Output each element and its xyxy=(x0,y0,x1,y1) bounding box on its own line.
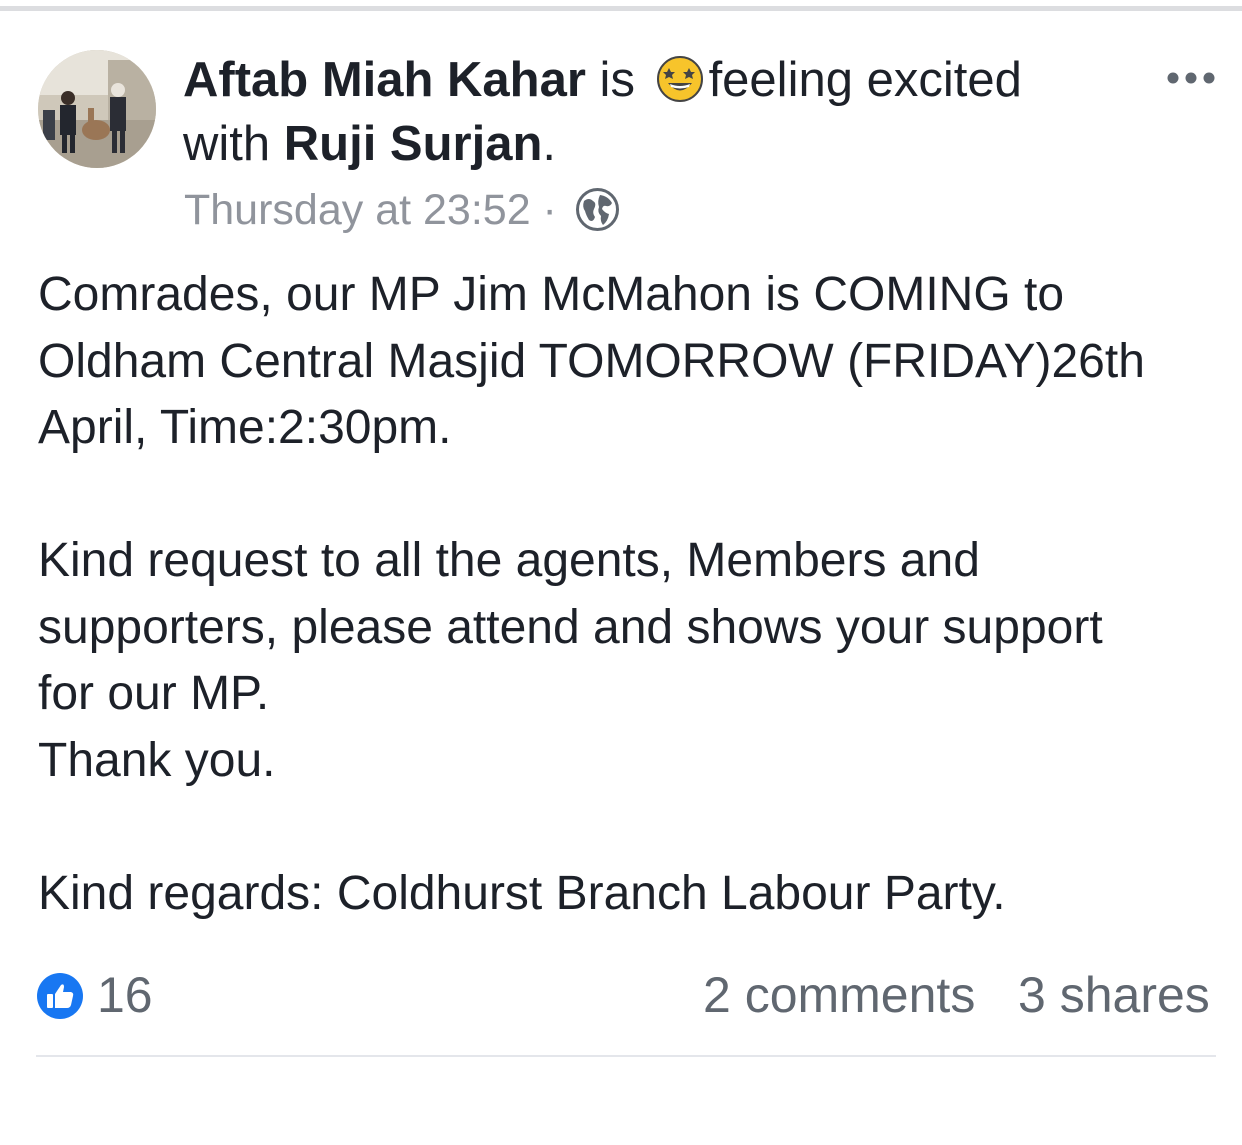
star-struck-emoji-icon xyxy=(655,54,705,104)
body-line xyxy=(38,462,1228,529)
like-count[interactable]: 16 xyxy=(97,966,153,1024)
feeling-text[interactable]: feeling excited xyxy=(709,53,1022,107)
body-line xyxy=(38,794,1228,861)
body-line: supporters, please attend and shows your… xyxy=(38,600,1103,654)
body-line: for our MP. xyxy=(38,667,270,720)
timestamp[interactable]: Thursday at 23:52 xyxy=(184,186,531,234)
shares-link[interactable]: 3 shares xyxy=(1018,966,1210,1024)
post-header-line2: with Ruji Surjan. xyxy=(183,114,556,174)
post-body: Comrades, our MP Jim McMahon is COMING t… xyxy=(38,262,1228,927)
tagged-name[interactable]: Ruji Surjan xyxy=(284,117,543,171)
body-line: April, Time:2:30pm. xyxy=(38,401,452,454)
top-divider xyxy=(0,6,1242,11)
body-line: Comrades, our MP Jim McMahon is COMING t… xyxy=(38,268,1065,321)
bottom-divider xyxy=(36,1055,1216,1057)
like-thumb-icon[interactable] xyxy=(36,972,84,1020)
post-meta: Thursday at 23:52 · xyxy=(184,184,620,236)
post-header: Aftab Miah Kahar is feeling excited xyxy=(183,50,1022,110)
with-text: with xyxy=(183,117,284,171)
author-name[interactable]: Aftab Miah Kahar xyxy=(183,53,586,107)
globe-icon[interactable] xyxy=(575,187,620,232)
comments-link[interactable]: 2 comments xyxy=(703,966,975,1024)
more-options-icon[interactable] xyxy=(1166,68,1216,88)
body-line: Oldham Central Masjid TOMORROW (FRIDAY)2… xyxy=(38,334,1145,388)
tagged-suffix: . xyxy=(542,117,557,171)
meta-separator: · xyxy=(530,186,569,234)
body-line: Thank you. xyxy=(38,733,276,787)
is-text: is xyxy=(585,53,649,107)
body-line: Kind regards: Coldhurst Branch Labour Pa… xyxy=(38,866,1006,920)
body-line: Kind request to all the agents, Members … xyxy=(38,534,980,587)
author-avatar[interactable] xyxy=(38,50,156,168)
